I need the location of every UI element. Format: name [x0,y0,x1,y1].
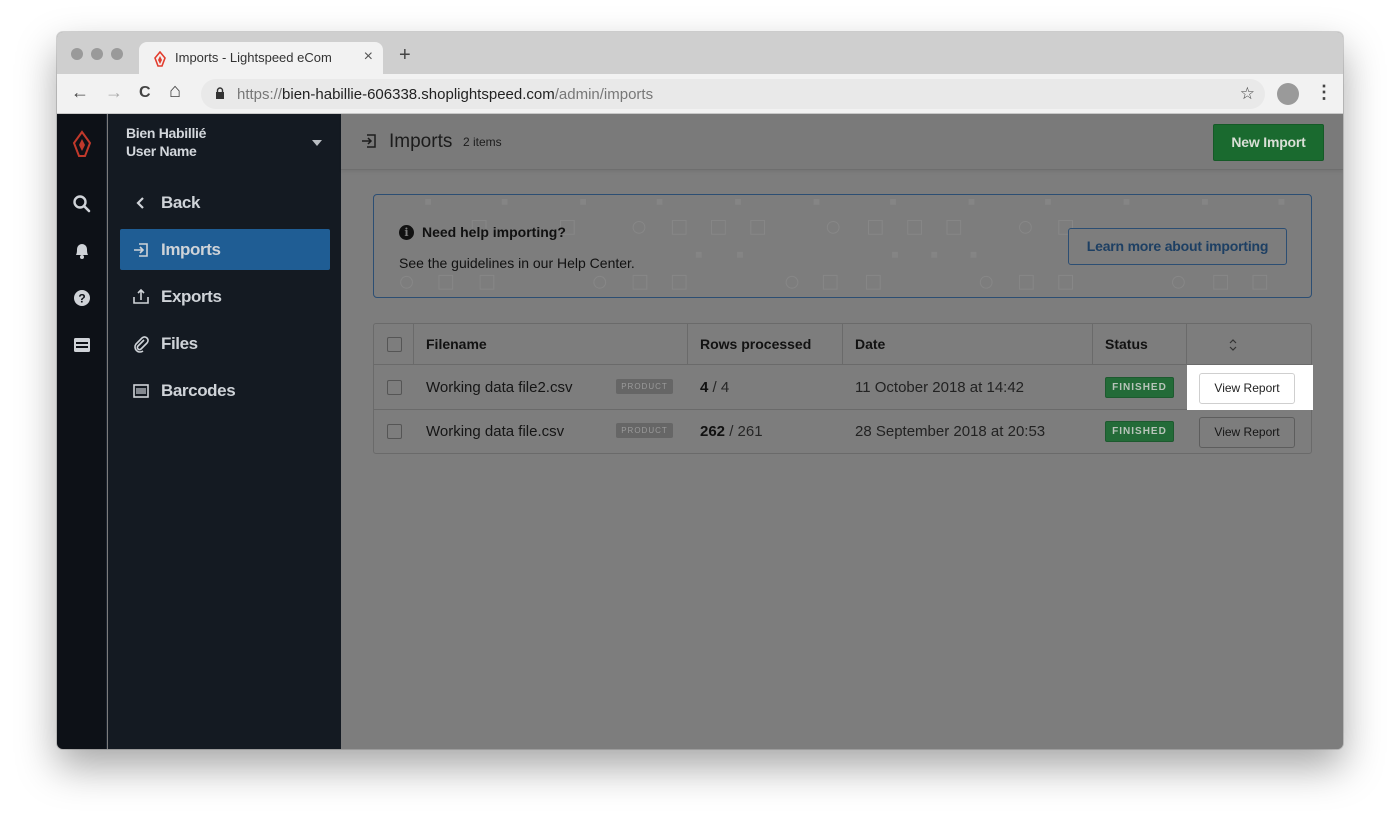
back-arrow-icon[interactable]: ← [71,83,89,101]
column-header-label: Status [1105,336,1148,352]
store-switcher-caret-icon[interactable] [312,140,322,146]
search-icon[interactable] [72,194,92,214]
sidebar-item-label: Back [161,193,201,212]
page-header: Imports 2 items New Import [341,114,1343,170]
help-icon[interactable]: ? [72,288,92,308]
app-body: ? Bien Habillié User Name Back Imports E… [57,114,1343,749]
sidebar-item-label: Barcodes [161,381,236,400]
column-header-label: Filename [426,336,487,352]
rows-total: / 4 [708,379,730,396]
table-row[interactable]: Working data file2.csv PRODUCT 4 / 4 11 … [374,365,1313,410]
view-report-button[interactable]: View Report [1199,417,1295,448]
chevron-left-icon [136,197,144,209]
minimize-window-button[interactable] [91,48,103,60]
filename: Working data file2.csv [426,379,573,396]
item-count: 2 items [463,135,502,149]
icon-rail: ? [57,114,107,749]
sidebar-item-label: Imports [161,240,221,259]
zoom-window-button[interactable] [111,48,123,60]
help-title: Need help importing? [422,224,566,240]
sidebar-item-files[interactable]: Files [120,323,330,364]
rows-total: / 261 [725,423,763,440]
address-bar[interactable]: https://bien-habillie-606338.shoplightsp… [201,79,1265,109]
sidebar-item-exports[interactable]: Exports [120,276,330,317]
help-banner: i Need help importing? See the guideline… [373,194,1312,298]
learn-more-button[interactable]: Learn more about importing [1068,228,1287,265]
filename: Working data file.csv [426,423,565,440]
info-icon: i [399,225,414,240]
lock-icon [216,87,224,99]
column-filename[interactable]: Filename [414,324,688,365]
column-date[interactable]: Date [843,324,1237,365]
sidebar-item-barcodes[interactable]: Barcodes [120,370,330,411]
row-checkbox[interactable] [387,380,402,395]
select-all-cell [374,324,414,365]
type-badge: PRODUCT [616,423,673,438]
imports-table: Filename Rows processed Date Status Work… [373,323,1313,455]
reload-icon[interactable]: C [139,85,151,101]
svg-text:?: ? [78,292,85,306]
store-name: Bien Habillié [126,125,207,141]
select-all-checkbox[interactable] [387,337,402,352]
column-header-label: Rows processed [700,336,812,352]
table-row[interactable]: Working data file.csv PRODUCT 262 / 261 … [374,410,1311,455]
type-badge: PRODUCT [616,379,673,394]
import-date: 11 October 2018 at 14:42 [855,379,1025,396]
column-rows-processed[interactable]: Rows processed [688,324,843,365]
url-host: bien-habillie-606338.shoplightspeed.com [282,86,555,103]
new-tab-button[interactable]: + [399,45,411,65]
bell-icon[interactable] [72,241,92,261]
column-status[interactable]: Status [1093,324,1187,365]
barcode-icon [133,384,149,398]
lightspeed-logo-icon[interactable] [71,130,93,158]
profile-avatar[interactable] [1277,83,1299,105]
close-window-button[interactable] [71,48,83,60]
home-icon[interactable]: ⌂ [169,81,181,101]
sidebar-item-label: Exports [161,287,222,306]
export-icon [133,288,149,304]
browser-menu-icon[interactable]: ⋮ [1315,83,1333,101]
import-icon [362,134,376,148]
url-text: https://bien-habillie-606338.shoplightsp… [237,86,653,103]
main-content: Imports 2 items New Import i Need help i… [341,114,1343,749]
bookmark-star-icon[interactable]: ☆ [1240,84,1255,104]
rows-done: 262 [700,423,726,440]
new-import-button[interactable]: New Import [1213,124,1324,161]
rows-processed: 262 / 261 [700,423,763,440]
import-icon [134,243,148,257]
browser-window: Imports - Lightspeed eCom × + ← → C ⌂ ht… [57,32,1343,749]
paperclip-icon [134,336,149,353]
sidebar-item-imports[interactable]: Imports [120,229,330,270]
sidebar-item-back[interactable]: Back [120,182,330,223]
status-badge: FINISHED [1105,421,1174,442]
view-report-button[interactable]: View Report [1199,373,1295,404]
column-header-label: Date [855,336,886,352]
help-subtitle: See the guidelines in our Help Center. [399,255,635,271]
side-navigation: Bien Habillié User Name Back Imports Exp… [108,114,341,749]
table-header: Filename Rows processed Date Status [374,324,1311,365]
tab-bar: Imports - Lightspeed eCom × + [57,32,1343,74]
tab-title: Imports - Lightspeed eCom [175,50,332,65]
import-date: 28 September 2018 at 20:53 [855,423,1046,440]
status-badge: FINISHED [1105,377,1174,398]
forward-arrow-icon[interactable]: → [105,83,123,101]
url-path: /admin/imports [554,86,654,103]
browser-toolbar: ← → C ⌂ https://bien-habillie-606338.sho… [57,74,1343,114]
browser-tab[interactable]: Imports - Lightspeed eCom × [139,42,383,74]
lightspeed-favicon-icon [154,51,166,67]
url-scheme: https:// [237,86,283,103]
sidebar-item-label: Files [161,334,198,353]
row-checkbox[interactable] [387,424,402,439]
tab-close-icon[interactable]: × [364,48,373,66]
sort-icon[interactable] [1229,337,1237,353]
rows-processed: 4 / 4 [700,379,729,396]
page-title: Imports [389,131,453,152]
user-name: User Name [126,143,197,159]
store-icon[interactable] [72,335,92,355]
